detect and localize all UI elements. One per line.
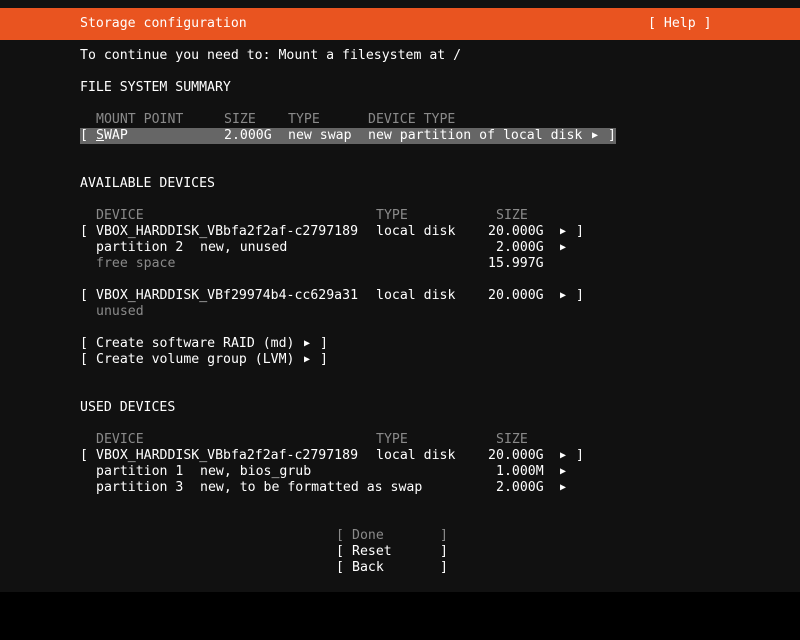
back-button[interactable]: [ Back ]: [336, 560, 456, 576]
type-value: new swap: [288, 128, 352, 143]
create-lvm-label: Create volume group (LVM): [96, 352, 295, 367]
create-raid-button[interactable]: [ Create software RAID (md) ▶ ]: [80, 336, 340, 352]
bracket-close: ]: [440, 544, 448, 559]
used-devices-heading: USED DEVICES: [80, 400, 176, 415]
submenu-arrow-icon[interactable]: ▶: [560, 448, 566, 464]
col-size: SIZE: [496, 432, 528, 447]
partition-label: partition 3: [96, 480, 184, 495]
back-label: Back: [352, 560, 384, 575]
create-lvm-button[interactable]: [ Create volume group (LVM) ▶ ]: [80, 352, 340, 368]
submenu-arrow-icon[interactable]: ▶: [560, 480, 566, 496]
create-raid-label: Create software RAID (md): [96, 336, 295, 351]
bracket-open: [: [336, 528, 344, 543]
col-device: DEVICE: [96, 208, 144, 223]
device-type-value: new partition of local disk: [368, 128, 583, 143]
col-mount-point: MOUNT POINT: [96, 112, 184, 127]
bracket-close: ]: [440, 528, 448, 543]
bracket-open: [: [80, 288, 88, 303]
page-title: Storage configuration: [80, 16, 247, 31]
help-button[interactable]: [ Help ]: [648, 16, 712, 32]
bracket-open: [: [80, 448, 88, 463]
bracket-open: [: [80, 336, 88, 351]
bracket-close: ]: [320, 336, 328, 351]
submenu-arrow-icon: ▶: [304, 338, 311, 349]
free-space-row: free space 15.997G: [80, 256, 600, 272]
used-partition-row[interactable]: partition 3 new, to be formatted as swap…: [80, 480, 600, 496]
bracket-close: ]: [576, 224, 584, 239]
bracket-close: ]: [320, 352, 328, 367]
done-label: Done: [352, 528, 384, 543]
used-disk-row[interactable]: [ VBOX_HARDDISK_VBbfa2f2af-c2797189 loca…: [80, 448, 600, 464]
mount-point-value: SWAP: [96, 128, 128, 143]
done-button[interactable]: [ Done ]: [336, 528, 456, 544]
col-device-type: DEVICE TYPE: [368, 112, 456, 127]
available-devices-heading: AVAILABLE DEVICES: [80, 176, 215, 191]
bracket-close: ]: [608, 128, 616, 143]
available-table-header: DEVICE TYPE SIZE: [80, 208, 600, 224]
disk-type: local disk: [376, 448, 456, 463]
partition-label: partition 2: [96, 240, 184, 255]
fs-summary-heading: FILE SYSTEM SUMMARY: [80, 80, 231, 95]
disk-name: VBOX_HARDDISK_VBf29974b4-cc629a31: [96, 288, 359, 303]
disk-type: local disk: [376, 224, 456, 239]
submenu-arrow-icon[interactable]: ▶: [592, 128, 598, 144]
fs-summary-header: MOUNT POINT SIZE TYPE DEVICE TYPE: [80, 112, 620, 128]
size-value: 2.000G: [224, 128, 272, 143]
disk-type: local disk: [376, 288, 456, 303]
bracket-open: [: [80, 352, 88, 367]
bracket-open: [: [80, 224, 88, 239]
fs-summary-row-swap[interactable]: [ SWAP 2.000G new swap new partition of …: [80, 128, 616, 144]
bracket-open: [: [80, 128, 88, 143]
available-partition-row[interactable]: partition 2 new, unused 2.000G ▶: [80, 240, 600, 256]
bracket-open: [: [336, 544, 344, 559]
used-partition-row[interactable]: partition 1 new, bios_grub 1.000M ▶: [80, 464, 600, 480]
disk-unused-label: unused: [96, 304, 144, 319]
partition-size: 2.000G: [496, 480, 544, 495]
disk-size: 20.000G: [488, 288, 544, 303]
partition-label: partition 1: [96, 464, 184, 479]
disk-size: 20.000G: [488, 448, 544, 463]
bracket-close: ]: [440, 560, 448, 575]
available-disk-row[interactable]: [ VBOX_HARDDISK_VBbfa2f2af-c2797189 loca…: [80, 224, 600, 240]
bracket-open: [: [336, 560, 344, 575]
submenu-arrow-icon: ▶: [304, 354, 311, 365]
submenu-arrow-icon[interactable]: ▶: [560, 224, 566, 240]
partition-desc: new, bios_grub: [200, 464, 312, 479]
free-space-label: free space: [96, 256, 176, 271]
cursor-char: S: [96, 128, 104, 143]
reset-label: Reset: [352, 544, 392, 559]
submenu-arrow-icon[interactable]: ▶: [560, 240, 566, 256]
col-type: TYPE: [376, 208, 408, 223]
header-bar: Storage configuration [ Help ]: [0, 8, 800, 40]
partition-size: 2.000G: [496, 240, 544, 255]
partition-desc: new, to be formatted as swap: [200, 480, 423, 495]
partition-size: 1.000M: [496, 464, 544, 479]
disk-size: 20.000G: [488, 224, 544, 239]
col-type: TYPE: [376, 432, 408, 447]
used-table-header: DEVICE TYPE SIZE: [80, 432, 600, 448]
installer-screen: Storage configuration [ Help ] To contin…: [0, 0, 800, 592]
col-size: SIZE: [496, 208, 528, 223]
bracket-close: ]: [576, 448, 584, 463]
col-type: TYPE: [288, 112, 320, 127]
col-size: SIZE: [224, 112, 256, 127]
bracket-close: ]: [576, 288, 584, 303]
col-device: DEVICE: [96, 432, 144, 447]
disk-name: VBOX_HARDDISK_VBbfa2f2af-c2797189: [96, 224, 359, 239]
submenu-arrow-icon[interactable]: ▶: [560, 288, 566, 304]
reset-button[interactable]: [ Reset ]: [336, 544, 456, 560]
prompt-message: To continue you need to: Mount a filesys…: [80, 48, 462, 63]
free-space-size: 15.997G: [488, 256, 544, 271]
disk-name: VBOX_HARDDISK_VBbfa2f2af-c2797189: [96, 448, 359, 463]
submenu-arrow-icon[interactable]: ▶: [560, 464, 566, 480]
available-disk-row[interactable]: [ VBOX_HARDDISK_VBf29974b4-cc629a31 loca…: [80, 288, 600, 304]
partition-desc: new, unused: [200, 240, 288, 255]
